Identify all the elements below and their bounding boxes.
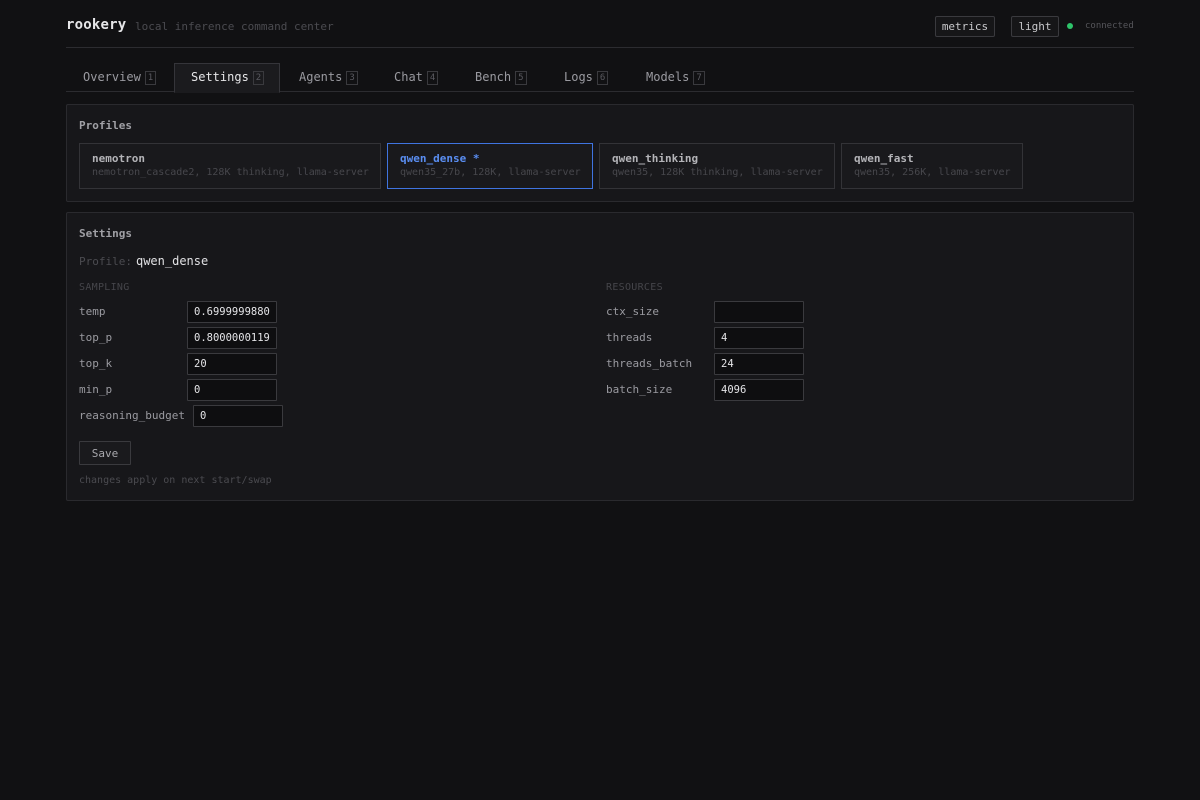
- app-root: rookery local inference command center m…: [0, 0, 1200, 800]
- tab-label: Chat: [394, 70, 423, 84]
- app-title: rookery: [66, 17, 127, 33]
- tab-chat[interactable]: Chat 4: [394, 63, 439, 92]
- connection-status-dot: [1067, 23, 1073, 29]
- tab-shortcut-key: 1: [144, 71, 157, 85]
- profile-card-qwen-fast[interactable]: qwen_fast qwen35, 256K, llama-server: [841, 143, 1023, 189]
- threads-label: threads: [606, 331, 653, 344]
- tab-logs[interactable]: Logs 6: [564, 63, 609, 92]
- connection-status-text: connected: [1085, 21, 1134, 31]
- tab-label: Models: [646, 70, 690, 84]
- reasoning-budget-label: reasoning_budget: [79, 409, 185, 422]
- current-profile-value: qwen_dense: [135, 254, 209, 268]
- profile-name: qwen_fast: [854, 152, 914, 165]
- current-profile: Profile: qwen_dense: [79, 254, 208, 268]
- profile-description: nemotron_cascade2, 128K thinking, llama-…: [92, 167, 369, 178]
- save-note: changes apply on next start/swap: [79, 475, 272, 486]
- ctx-size-input[interactable]: [714, 301, 804, 323]
- tab-bar: Overview 1 Settings 2 Agents 3 Chat 4 Bench 5…: [66, 63, 1134, 93]
- threads-batch-input[interactable]: [714, 353, 804, 375]
- top-p-label: top_p: [79, 331, 113, 344]
- metrics-button[interactable]: metrics: [935, 16, 995, 37]
- profile-card-nemotron[interactable]: nemotron nemotron_cascade2, 128K thinkin…: [79, 143, 381, 189]
- profile-card-qwen-dense[interactable]: qwen_dense * qwen35_27b, 128K, llama-ser…: [387, 143, 593, 189]
- theme-toggle-button[interactable]: light: [1011, 16, 1059, 37]
- temp-input[interactable]: [187, 301, 277, 323]
- tab-label: Bench: [475, 70, 512, 84]
- profile-name: qwen_thinking: [612, 152, 699, 165]
- current-profile-label: Profile:: [79, 255, 132, 268]
- tab-label: Overview: [83, 70, 141, 84]
- tab-shortcut-key: 5: [515, 71, 527, 85]
- threads-input[interactable]: [714, 327, 804, 349]
- profile-description: qwen35_27b, 128K, llama-server: [400, 167, 581, 178]
- min-p-input[interactable]: [187, 379, 277, 401]
- temp-label: temp: [79, 305, 106, 318]
- tab-shortcut-key: 4: [426, 71, 439, 85]
- resources-heading: RESOURCES: [606, 282, 663, 293]
- tab-settings[interactable]: Settings 2: [174, 63, 280, 93]
- save-button[interactable]: Save: [79, 441, 131, 465]
- ctx-size-label: ctx_size: [606, 305, 659, 318]
- top-k-label: top_k: [79, 357, 113, 370]
- threads-batch-label: threads_batch: [606, 357, 693, 370]
- header: rookery local inference command center m…: [66, 0, 1134, 48]
- app-tagline: local inference command center: [135, 20, 334, 33]
- top-k-input[interactable]: [187, 353, 277, 375]
- profiles-title: Profiles: [79, 119, 132, 132]
- top-p-input[interactable]: [187, 327, 277, 349]
- tab-models[interactable]: Models 7: [646, 63, 705, 92]
- settings-panel: Settings Profile: qwen_dense SAMPLING tem…: [66, 212, 1134, 501]
- tab-shortcut-key: 6: [596, 71, 609, 85]
- profile-name: qwen_dense *: [400, 152, 480, 165]
- profile-name: nemotron: [92, 152, 145, 165]
- settings-title: Settings: [79, 227, 132, 240]
- tab-label: Agents: [299, 70, 343, 84]
- tab-bench[interactable]: Bench 5: [475, 63, 527, 92]
- tab-shortcut-key: 2: [252, 71, 265, 85]
- sampling-heading: SAMPLING: [79, 282, 130, 293]
- profile-description: qwen35, 256K, llama-server: [854, 167, 1011, 178]
- tab-agents[interactable]: Agents 3: [299, 63, 358, 92]
- batch-size-label: batch_size: [606, 383, 673, 396]
- batch-size-input[interactable]: [714, 379, 804, 401]
- tab-overview[interactable]: Overview 1: [83, 63, 157, 92]
- profiles-panel: Profiles nemotron nemotron_cascade2, 128…: [66, 104, 1134, 202]
- tab-shortcut-key: 7: [693, 71, 705, 85]
- min-p-label: min_p: [79, 383, 113, 396]
- tab-label: Logs: [564, 70, 593, 84]
- profile-description: qwen35, 128K thinking, llama-server: [612, 167, 823, 178]
- reasoning-budget-input[interactable]: [193, 405, 283, 427]
- tab-shortcut-key: 3: [346, 71, 358, 85]
- tab-label: Settings: [191, 70, 249, 84]
- profile-card-qwen-thinking[interactable]: qwen_thinking qwen35, 128K thinking, lla…: [599, 143, 835, 189]
